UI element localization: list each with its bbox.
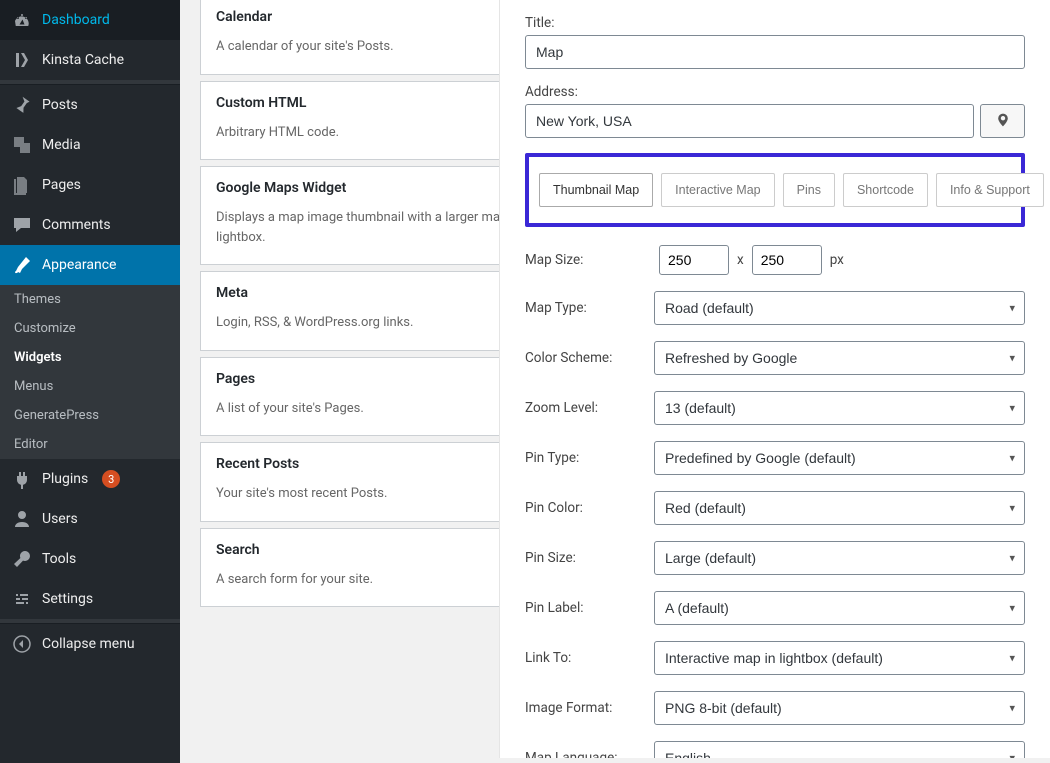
menu-item-tools[interactable]: Tools (0, 539, 180, 579)
appearance-submenu: Themes Customize Widgets Menus GenerateP… (0, 285, 180, 459)
pin-label-select[interactable]: A (default) (654, 591, 1025, 625)
menu-label: Media (42, 137, 81, 153)
pages-icon (12, 175, 32, 195)
menu-label: Settings (42, 591, 93, 607)
plugin-update-badge: 3 (102, 470, 120, 488)
link-to-label: Link To: (525, 650, 654, 666)
pin-type-label: Pin Type: (525, 450, 654, 466)
menu-item-plugins[interactable]: Plugins 3 (0, 459, 180, 499)
pin-icon (12, 95, 32, 115)
menu-item-pages[interactable]: Pages (0, 165, 180, 205)
menu-item-media[interactable]: Media (0, 125, 180, 165)
pin-color-label: Pin Color: (525, 500, 654, 516)
menu-label: Posts (42, 97, 78, 113)
menu-label: Users (42, 511, 78, 527)
settings-tabs: Thumbnail Map Interactive Map Pins Short… (525, 153, 1025, 227)
map-height-input[interactable] (752, 245, 822, 275)
menu-label: Collapse menu (42, 636, 135, 652)
tab-shortcode[interactable]: Shortcode (843, 173, 928, 207)
brush-icon (12, 255, 32, 275)
widget-settings-panel: Title: Address: Thumbnail Map Interactiv… (499, 0, 1050, 758)
zoom-level-label: Zoom Level: (525, 400, 654, 416)
plugin-icon (12, 469, 32, 489)
menu-item-kinsta-cache[interactable]: Kinsta Cache (0, 40, 180, 80)
pin-type-select[interactable]: Predefined by Google (default) (654, 441, 1025, 475)
menu-label: Plugins (42, 471, 88, 487)
pin-size-select[interactable]: Large (default) (654, 541, 1025, 575)
image-format-label: Image Format: (525, 700, 654, 716)
submenu-customize[interactable]: Customize (0, 314, 180, 343)
menu-item-comments[interactable]: Comments (0, 205, 180, 245)
map-size-label: Map Size: (525, 252, 659, 268)
color-scheme-label: Color Scheme: (525, 350, 654, 366)
menu-item-appearance[interactable]: Appearance (0, 245, 180, 285)
tab-interactive-map[interactable]: Interactive Map (661, 173, 774, 207)
settings-icon (12, 589, 32, 609)
menu-label: Pages (42, 177, 81, 193)
tab-pins[interactable]: Pins (783, 173, 835, 207)
menu-label: Kinsta Cache (42, 52, 124, 68)
tab-info-support[interactable]: Info & Support (936, 173, 1044, 207)
kinsta-icon (12, 50, 32, 70)
collapse-icon (12, 634, 32, 654)
menu-item-collapse[interactable]: Collapse menu (0, 624, 180, 664)
submenu-generatepress[interactable]: GeneratePress (0, 401, 180, 430)
submenu-widgets[interactable]: Widgets (0, 343, 180, 372)
tools-icon (12, 549, 32, 569)
widgets-main: CalendarA calendar of your site's Posts.… (180, 0, 1050, 763)
menu-label: Comments (42, 217, 111, 233)
submenu-themes[interactable]: Themes (0, 285, 180, 314)
menu-label: Dashboard (42, 12, 110, 28)
map-pin-icon (995, 112, 1011, 131)
map-type-select[interactable]: Road (default) (654, 291, 1025, 325)
map-type-label: Map Type: (525, 300, 654, 316)
menu-item-settings[interactable]: Settings (0, 579, 180, 619)
users-icon (12, 509, 32, 529)
locate-button[interactable] (980, 104, 1025, 138)
zoom-level-select[interactable]: 13 (default) (654, 391, 1025, 425)
menu-label: Tools (42, 551, 76, 567)
comments-icon (12, 215, 32, 235)
link-to-select[interactable]: Interactive map in lightbox (default) (654, 641, 1025, 675)
map-size-unit: px (830, 252, 844, 268)
address-label: Address: (525, 84, 1025, 100)
map-width-input[interactable] (659, 245, 729, 275)
menu-item-users[interactable]: Users (0, 499, 180, 539)
tab-thumbnail-map[interactable]: Thumbnail Map (539, 173, 653, 207)
menu-item-posts[interactable]: Posts (0, 85, 180, 125)
title-label: Title: (525, 15, 1025, 31)
dashboard-icon (12, 10, 32, 30)
pin-color-select[interactable]: Red (default) (654, 491, 1025, 525)
map-size-sep: x (737, 252, 744, 268)
color-scheme-select[interactable]: Refreshed by Google (654, 341, 1025, 375)
pin-label-label: Pin Label: (525, 600, 654, 616)
pin-size-label: Pin Size: (525, 550, 654, 566)
media-icon (12, 135, 32, 155)
title-input[interactable] (525, 35, 1025, 69)
submenu-editor[interactable]: Editor (0, 430, 180, 459)
menu-label: Appearance (42, 257, 116, 273)
image-format-select[interactable]: PNG 8-bit (default) (654, 691, 1025, 725)
submenu-menus[interactable]: Menus (0, 372, 180, 401)
admin-sidebar: Dashboard Kinsta Cache Posts Media Pages… (0, 0, 180, 763)
address-input[interactable] (525, 104, 974, 138)
map-language-select[interactable]: English (654, 741, 1025, 758)
map-language-label: Map Language: (525, 750, 654, 758)
menu-item-dashboard[interactable]: Dashboard (0, 0, 180, 40)
